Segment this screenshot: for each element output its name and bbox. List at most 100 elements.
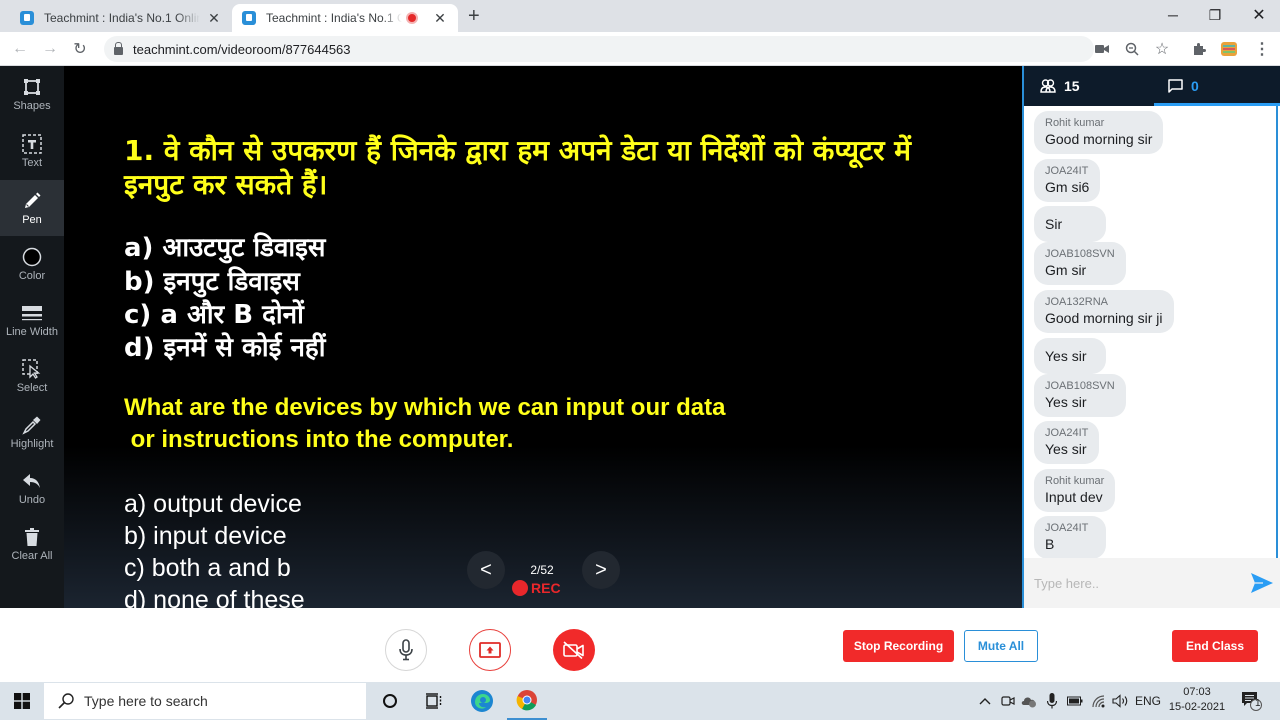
onedrive-tray-icon[interactable]: [1018, 682, 1040, 720]
english-option-b: b) input device: [124, 522, 287, 550]
lock-icon: [114, 41, 123, 55]
message-sender: JOA132RNA: [1045, 296, 1108, 308]
chat-header: 15 0: [1024, 66, 1280, 106]
edge-icon: [471, 690, 493, 712]
tool-label: Text: [21, 157, 43, 169]
chat-message-input[interactable]: [1034, 572, 1234, 594]
select-icon: [22, 358, 42, 380]
microphone-tray-icon[interactable]: [1043, 682, 1061, 720]
volume-tray-icon[interactable]: [1110, 682, 1132, 720]
recording-indicator-icon: [406, 12, 418, 24]
close-window-button[interactable]: ✕: [1236, 0, 1280, 30]
messages-tab[interactable]: 0: [1168, 66, 1199, 106]
mute-all-button[interactable]: Mute All: [964, 630, 1038, 662]
windows-taskbar: Type here to search ENG 07:03 15-02-2021…: [0, 682, 1280, 720]
class-controls-bar: Stop Recording Mute All End Class: [0, 608, 1280, 682]
browser-tab[interactable]: Teachmint : India's No.1 Online teaching…: [10, 4, 232, 32]
chrome-browser-button[interactable]: [507, 682, 547, 720]
tool-label: Select: [16, 382, 48, 394]
chat-composer: [1024, 558, 1280, 608]
windows-logo-icon: [14, 693, 30, 709]
speaker-icon: [1112, 694, 1128, 708]
close-tab-icon[interactable]: ✕: [206, 10, 222, 27]
pen-icon: [22, 190, 42, 212]
line-width-icon: [21, 302, 43, 324]
chevron-up-icon: [979, 698, 991, 705]
close-tab-icon[interactable]: ✕: [432, 10, 448, 27]
hindi-question: 1. वे कौन से उपकरण हैं जिनके द्वारा हम अ…: [124, 134, 912, 201]
rec-label: REC: [531, 580, 561, 596]
tool-pen[interactable]: Pen: [0, 180, 64, 236]
search-icon: [58, 693, 74, 709]
cortana-button[interactable]: [370, 682, 410, 720]
taskbar-clock[interactable]: 07:03 15-02-2021: [1168, 685, 1226, 715]
end-class-button[interactable]: End Class: [1172, 630, 1258, 662]
task-view-button[interactable]: [414, 682, 454, 720]
profile-avatar[interactable]: [1218, 40, 1240, 58]
presentation-slide[interactable]: 1. वे कौन से उपकरण हैं जिनके द्वारा हम अ…: [64, 66, 1022, 608]
cortana-icon: [383, 694, 397, 708]
message-sender: JOAB108SVN: [1045, 248, 1115, 260]
message-text: Good morning sir ji: [1045, 310, 1163, 326]
english-question-line-1: What are the devices by which we can inp…: [124, 394, 726, 421]
tool-select[interactable]: Select: [0, 348, 64, 404]
battery-tray-icon[interactable]: [1065, 682, 1085, 720]
extensions-icon[interactable]: [1190, 40, 1208, 58]
chat-message-list[interactable]: Rohit kumar Good morning sir JOA24IT Gm …: [1024, 106, 1278, 558]
back-button[interactable]: ←: [9, 38, 31, 60]
show-hidden-icons-button[interactable]: [976, 682, 994, 720]
edge-browser-button[interactable]: [462, 682, 502, 720]
message-text: B: [1045, 536, 1055, 552]
minimize-button[interactable]: ─: [1150, 0, 1196, 30]
tool-text[interactable]: Text: [0, 123, 64, 179]
wifi-tray-icon[interactable]: [1089, 682, 1109, 720]
screen-share-button[interactable]: [469, 629, 511, 671]
messages-count: 0: [1191, 78, 1199, 94]
undo-icon: [22, 470, 42, 492]
chat-message: Sir: [1034, 206, 1106, 242]
tool-line-width[interactable]: Line Width: [0, 292, 64, 348]
screen-share-icon: [479, 642, 501, 658]
chat-panel: 15 0 Rohit kumar Good morning sir JOA24I…: [1022, 66, 1280, 608]
browser-menu-icon[interactable]: ⋮: [1253, 40, 1271, 58]
microphone-icon: [1047, 693, 1057, 709]
clock-time: 07:03: [1183, 686, 1211, 698]
reload-button[interactable]: ↻: [69, 38, 91, 60]
tool-undo[interactable]: Undo: [0, 460, 64, 516]
participants-icon: [1040, 79, 1056, 93]
participants-tab[interactable]: 15: [1040, 66, 1080, 106]
tool-color[interactable]: Color: [0, 236, 64, 292]
zoom-icon[interactable]: [1123, 40, 1141, 58]
tool-highlight[interactable]: Highlight: [0, 404, 64, 460]
stop-recording-button[interactable]: Stop Recording: [843, 630, 954, 662]
restore-button[interactable]: ❐: [1192, 0, 1238, 30]
action-center-button[interactable]: 1: [1236, 682, 1266, 720]
tool-shapes[interactable]: Shapes: [0, 66, 64, 122]
browser-tab-active[interactable]: Teachmint : India's No.1 Online teaching…: [232, 4, 458, 32]
taskbar-search-box[interactable]: Type here to search: [44, 683, 366, 719]
recording-badge: REC: [512, 580, 561, 596]
message-text: Gm si6: [1045, 179, 1090, 195]
tool-clear-all[interactable]: Clear All: [0, 516, 64, 572]
send-message-icon[interactable]: [1250, 572, 1274, 594]
english-question: What are the devices by which we can inp…: [124, 392, 844, 456]
windows-start-button[interactable]: [2, 682, 42, 720]
message-text: Good morning sir: [1045, 131, 1153, 147]
input-language-indicator[interactable]: ENG: [1134, 682, 1162, 720]
bookmark-star-icon[interactable]: ☆: [1153, 40, 1171, 58]
forward-button[interactable]: →: [39, 38, 61, 60]
meet-now-tray-icon[interactable]: [998, 682, 1018, 720]
new-tab-button[interactable]: +: [468, 5, 480, 28]
video-camera-icon: [1001, 696, 1015, 706]
whiteboard-toolbar: Shapes Text Pen Color Line Width Select …: [0, 66, 64, 608]
tool-label: Pen: [22, 214, 42, 226]
camera-in-use-icon[interactable]: [1093, 40, 1111, 58]
next-slide-button[interactable]: >: [582, 551, 620, 589]
shapes-icon: [23, 76, 41, 98]
message-text: Yes sir: [1045, 441, 1087, 457]
camera-toggle-button[interactable]: [553, 629, 595, 671]
address-bar[interactable]: teachmint.com/videoroom/877644563: [104, 36, 1094, 62]
previous-slide-button[interactable]: <: [467, 551, 505, 589]
teachmint-favicon: [20, 11, 34, 25]
microphone-toggle-button[interactable]: [385, 629, 427, 671]
